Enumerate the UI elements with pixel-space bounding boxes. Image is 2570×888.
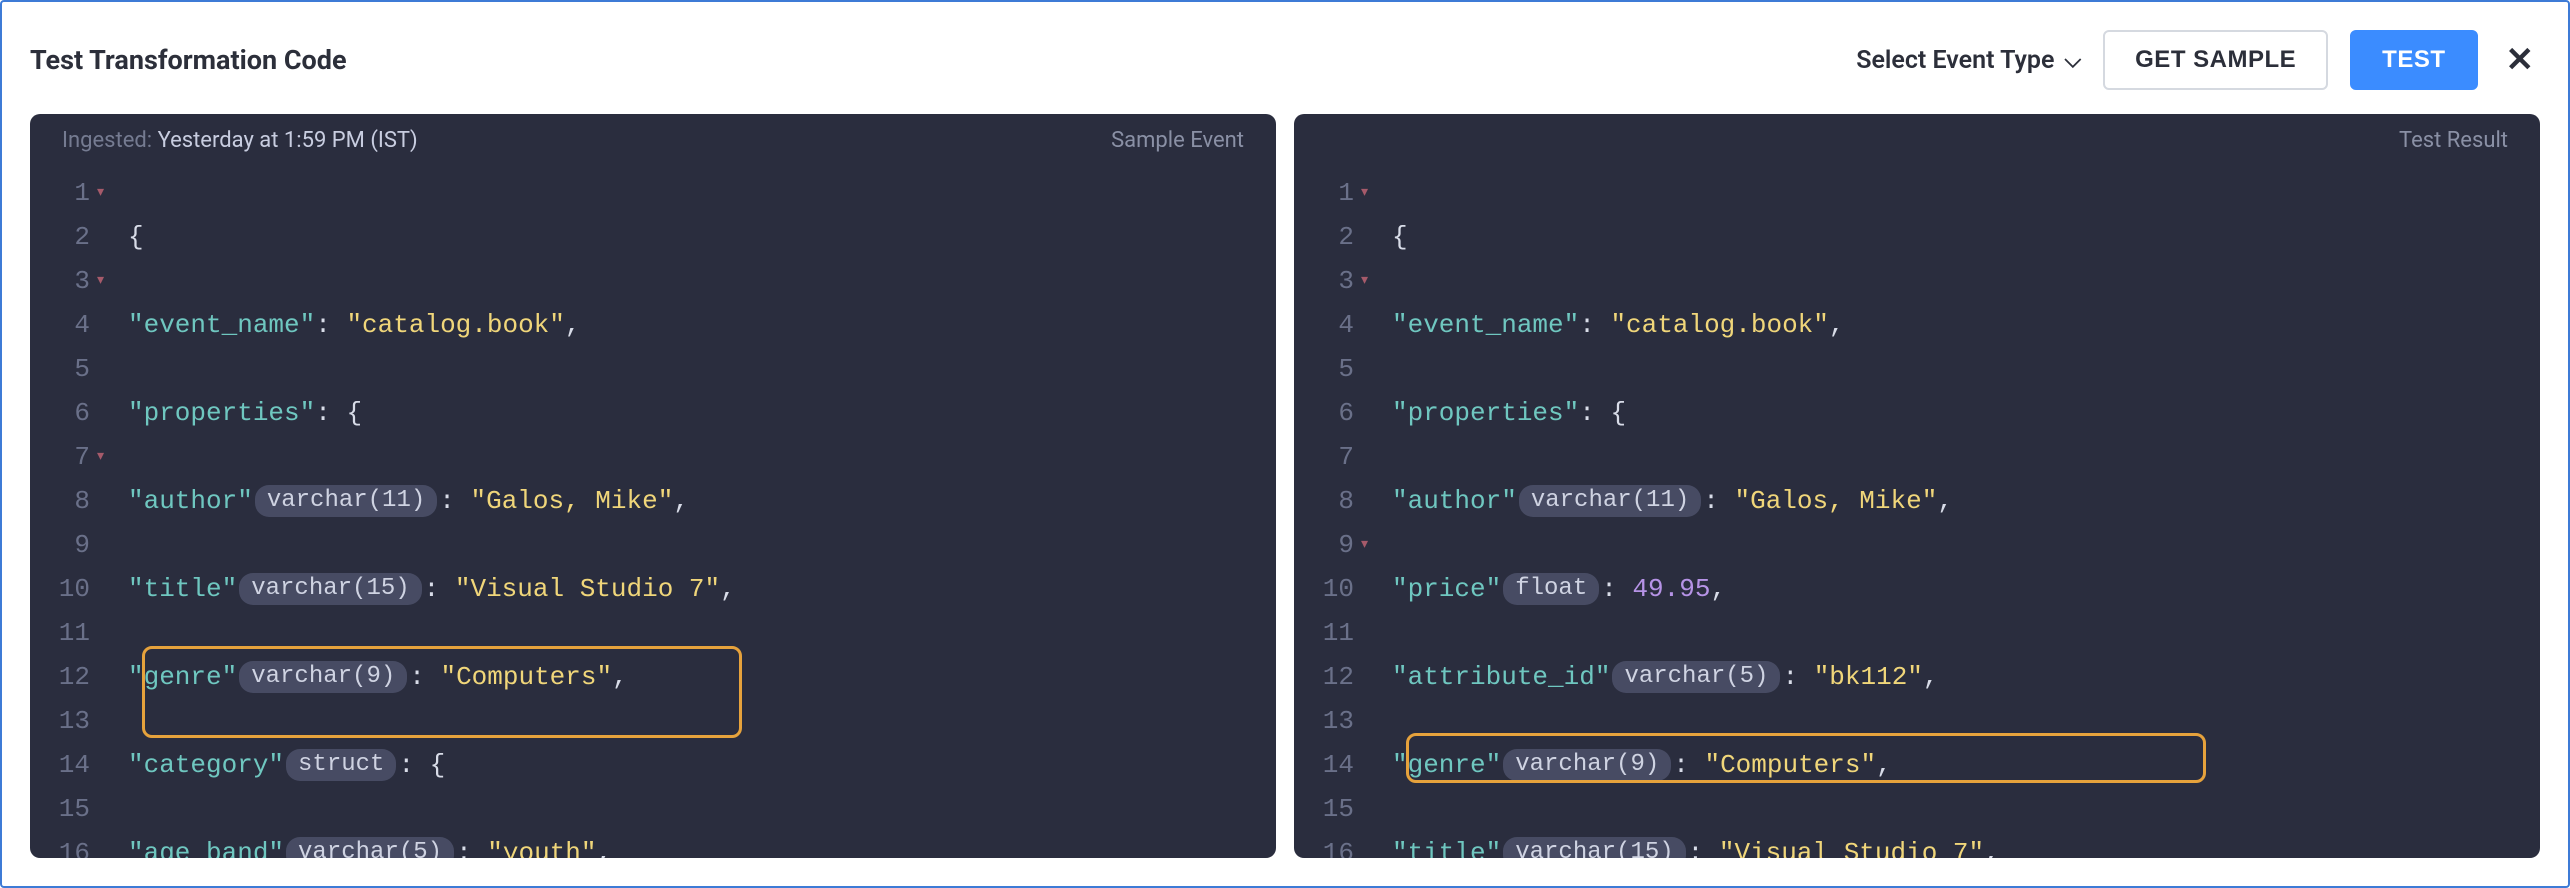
dialog-header: Test Transformation Code Select Event Ty… [30, 20, 2540, 114]
ingested-label: Ingested: [62, 128, 152, 153]
line-gutter-left: 1234567891011121314151617 [30, 171, 102, 838]
code-body-right: { "event_name": "catalog.book", "propert… [1366, 171, 2540, 838]
sample-event-header: Ingested: Yesterday at 1:59 PM (IST) Sam… [30, 114, 1276, 163]
header-actions: Select Event Type ⌵ GET SAMPLE TEST ✕ [1856, 30, 2540, 90]
ingested-value: Yesterday at 1:59 PM (IST) [158, 128, 418, 153]
sample-event-code[interactable]: 1234567891011121314151617 { "event_name"… [30, 163, 1276, 858]
code-panels: Ingested: Yesterday at 1:59 PM (IST) Sam… [30, 114, 2540, 858]
test-result-code[interactable]: 1234567891011121314151617 { "event_name"… [1294, 163, 2540, 858]
test-result-header: Test Result [1294, 114, 2540, 163]
code-body-left: { "event_name": "catalog.book", "propert… [102, 171, 1276, 838]
test-button[interactable]: TEST [2350, 30, 2477, 90]
sample-event-panel: Ingested: Yesterday at 1:59 PM (IST) Sam… [30, 114, 1276, 858]
chevron-down-icon: ⌵ [2064, 48, 2081, 73]
sample-event-label: Sample Event [1111, 128, 1244, 153]
dialog-title: Test Transformation Code [30, 44, 347, 76]
ingested-info: Ingested: Yesterday at 1:59 PM (IST) [62, 128, 418, 153]
select-event-type-dropdown[interactable]: Select Event Type ⌵ [1856, 46, 2081, 75]
test-result-label: Test Result [2399, 128, 2508, 153]
close-icon[interactable]: ✕ [2500, 40, 2541, 80]
get-sample-button[interactable]: GET SAMPLE [2103, 30, 2328, 90]
select-event-type-label: Select Event Type [1856, 46, 2054, 75]
transformation-test-dialog: Test Transformation Code Select Event Ty… [0, 0, 2570, 888]
test-result-panel: Test Result 1234567891011121314151617 { … [1294, 114, 2540, 858]
line-gutter-right: 1234567891011121314151617 [1294, 171, 1366, 838]
